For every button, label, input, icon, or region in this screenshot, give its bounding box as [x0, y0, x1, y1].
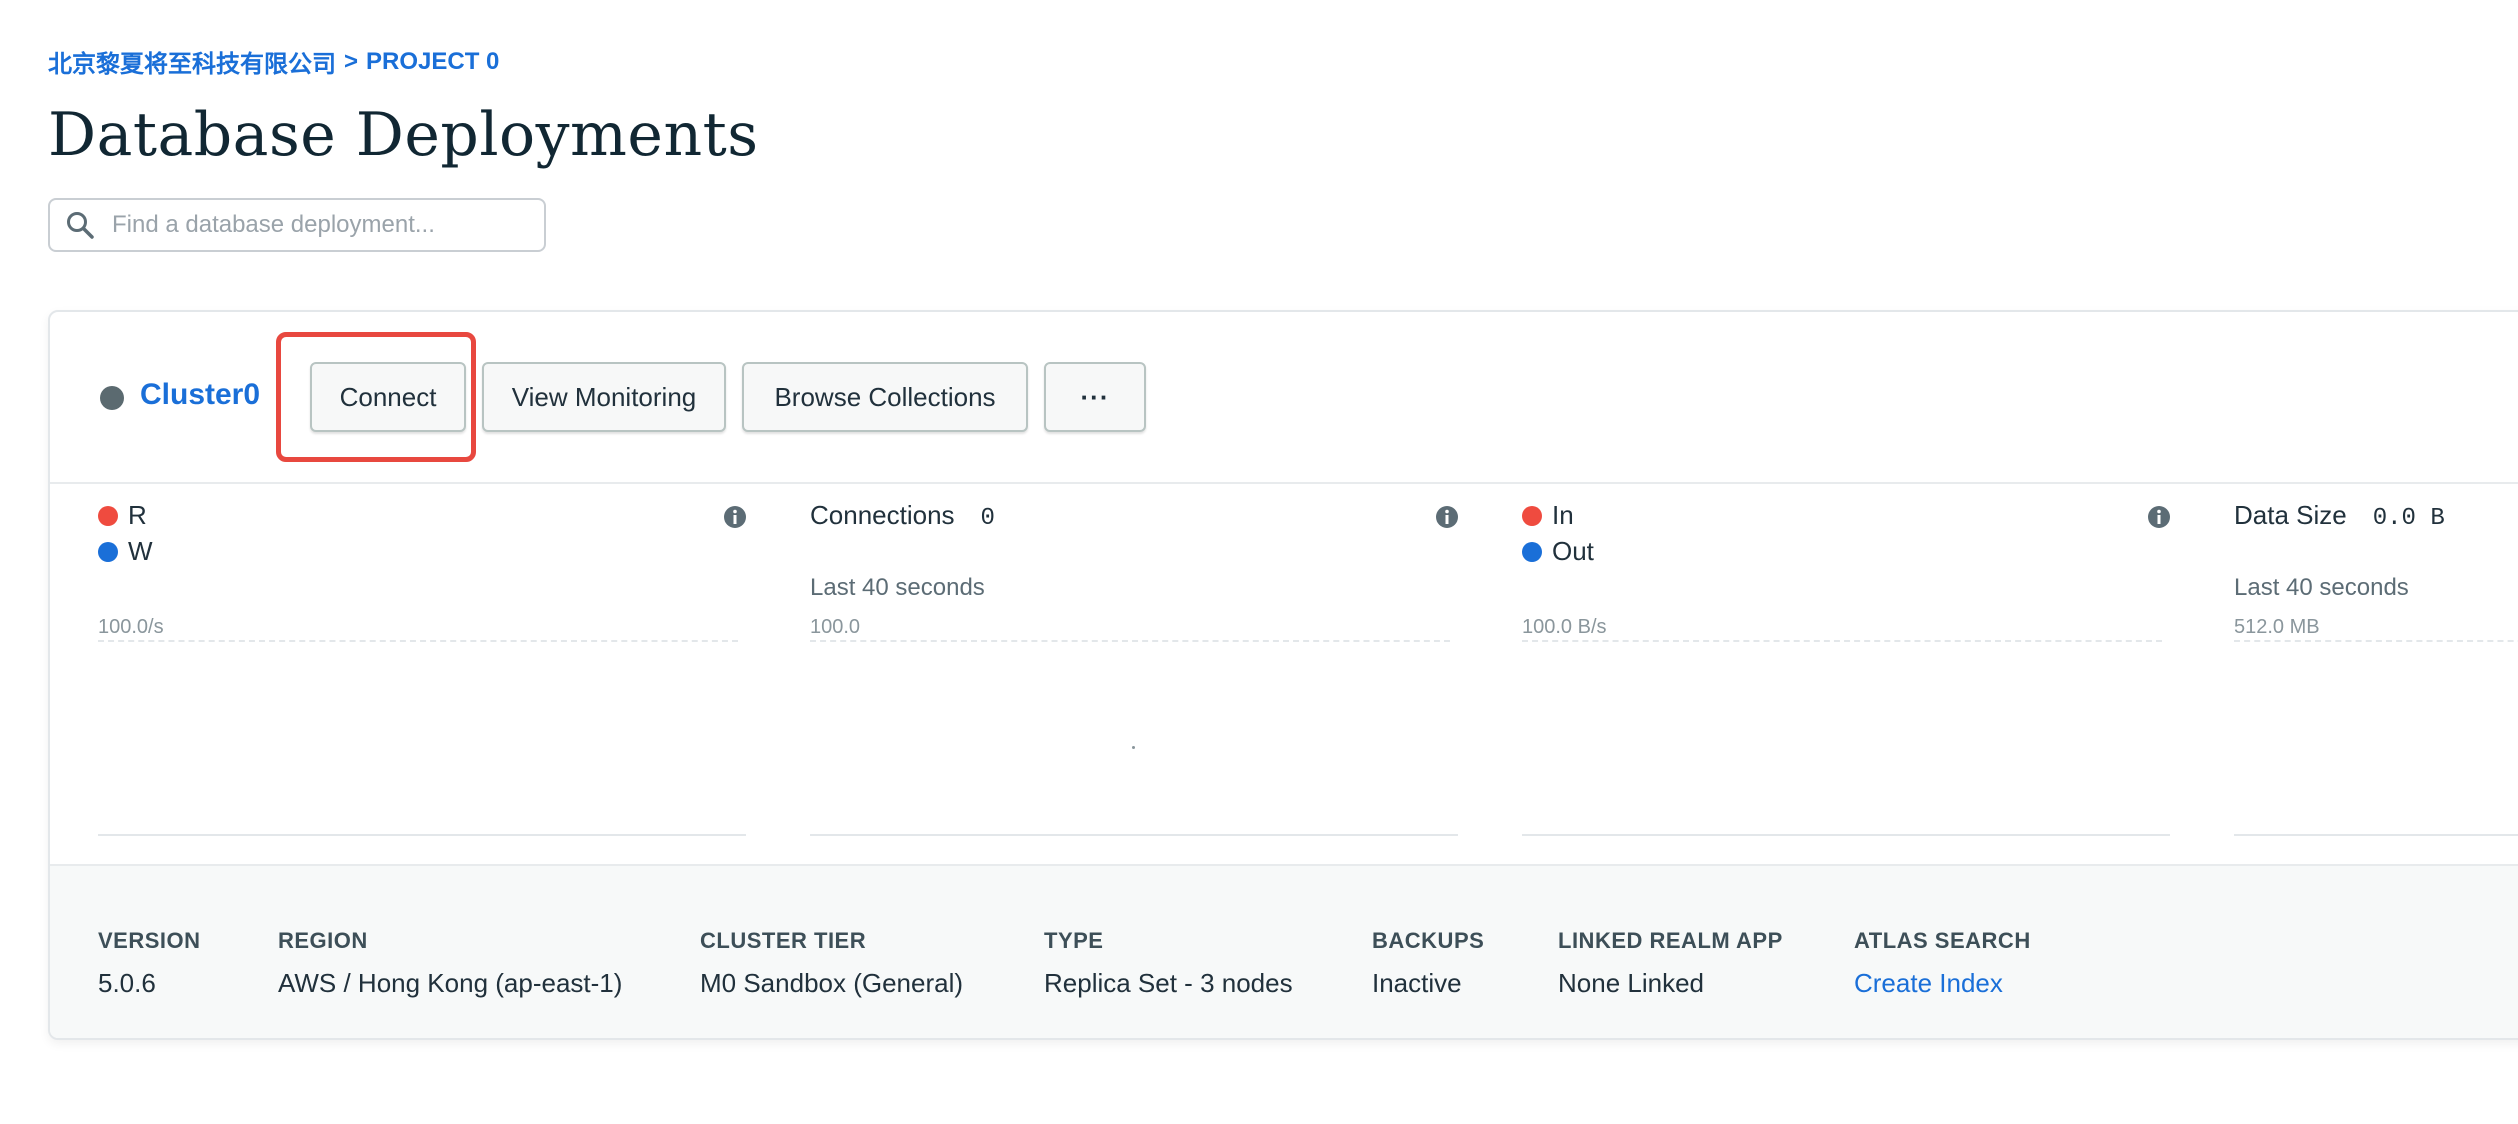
detail-label: REGION [278, 928, 368, 953]
chart-baseline [2234, 834, 2518, 836]
chart-max-gridline [98, 640, 738, 642]
legend-write: W [98, 536, 153, 567]
chart-max-gridline [810, 640, 1450, 642]
cluster-details: VERSION 5.0.6 REGION AWS / Hong Kong (ap… [50, 864, 2518, 1038]
detail-linked-realm-app: LINKED REALM APP None Linked [1558, 928, 1783, 999]
search-box[interactable] [48, 198, 546, 252]
write-dot-icon [98, 541, 118, 562]
breadcrumb-separator: > [344, 47, 359, 75]
cluster-status-indicator [100, 386, 124, 410]
detail-label: CLUSTER TIER [700, 928, 867, 953]
view-monitoring-button[interactable]: View Monitoring [482, 362, 726, 432]
metric-connections: Connections 0 Last 40 seconds 100.0 [810, 484, 1460, 864]
search-input[interactable] [110, 210, 544, 240]
detail-value: Replica Set - 3 nodes [1044, 968, 1293, 998]
data-size-title: Data Size 0.0 B [2234, 500, 2445, 532]
search-icon [50, 198, 110, 252]
axis-max-label: 100.0/s [98, 616, 164, 638]
detail-label: TYPE [1044, 928, 1104, 953]
detail-label: BACKUPS [1372, 928, 1485, 953]
page-title: Database Deployments [48, 100, 759, 170]
cluster-card-header: Cluster0 Connect View Monitoring Browse … [50, 312, 2518, 482]
detail-value: AWS / Hong Kong (ap-east-1) [278, 968, 623, 998]
legend-read: R [98, 500, 147, 531]
detail-value: Inactive [1372, 968, 1462, 998]
axis-max-label: 100.0 [810, 616, 861, 638]
chart-max-gridline [2234, 640, 2518, 642]
breadcrumb: 北京黎夏将至科技有限公司 > PROJECT 0 [48, 44, 499, 79]
create-index-link[interactable]: Create Index [1854, 968, 2031, 999]
legend-in-label: In [1552, 500, 1574, 530]
browse-collections-button[interactable]: Browse Collections [742, 362, 1028, 432]
info-icon[interactable] [1434, 504, 1460, 530]
info-icon[interactable] [722, 504, 748, 530]
chart-baseline [1522, 834, 2170, 836]
metric-operations: R W 100.0/s [98, 484, 748, 864]
legend-out: Out [1522, 536, 1594, 567]
legend-in: In [1522, 500, 1574, 531]
chart-baseline [98, 834, 746, 836]
detail-label: LINKED REALM APP [1558, 928, 1783, 953]
connections-value: 0 [980, 505, 995, 532]
breadcrumb-org-link[interactable]: 北京黎夏将至科技有限公司 [48, 44, 336, 79]
connections-title: Connections 0 [810, 500, 995, 532]
detail-backups: BACKUPS Inactive [1372, 928, 1484, 999]
cluster-name-link[interactable]: Cluster0 [140, 378, 260, 412]
data-size-subtitle: Last 40 seconds [2234, 574, 2409, 601]
connect-button[interactable]: Connect [310, 362, 466, 432]
axis-max-label: 512.0 MB [2234, 616, 2320, 638]
read-dot-icon [98, 505, 118, 526]
data-size-value: 0.0 B [2372, 505, 2445, 532]
axis-max-label: 100.0 B/s [1522, 616, 1607, 638]
metric-data-size: Data Size 0.0 B Last 40 seconds 512.0 MB [2234, 484, 2518, 864]
detail-label: VERSION [98, 928, 201, 953]
metric-network: In Out 100.0 B/s [1522, 484, 2172, 864]
chart-baseline [810, 834, 1458, 836]
out-dot-icon [1522, 541, 1542, 562]
detail-label: ATLAS SEARCH [1854, 928, 2031, 953]
chart-data-point [1132, 746, 1135, 749]
detail-value: 5.0.6 [98, 968, 156, 998]
detail-value: None Linked [1558, 968, 1704, 998]
detail-type: TYPE Replica Set - 3 nodes [1044, 928, 1293, 999]
detail-version: VERSION 5.0.6 [98, 928, 201, 999]
detail-cluster-tier: CLUSTER TIER M0 Sandbox (General) [700, 928, 963, 999]
info-icon[interactable] [2146, 504, 2172, 530]
detail-value: M0 Sandbox (General) [700, 968, 964, 998]
connections-subtitle: Last 40 seconds [810, 574, 985, 601]
chart-max-gridline [1522, 640, 2162, 642]
legend-out-label: Out [1552, 536, 1594, 566]
legend-read-label: R [128, 500, 147, 530]
more-options-button[interactable]: ··· [1044, 362, 1146, 432]
in-dot-icon [1522, 505, 1542, 526]
cluster-card: Cluster0 Connect View Monitoring Browse … [48, 310, 2518, 1040]
breadcrumb-project-link[interactable]: PROJECT 0 [366, 48, 499, 76]
detail-region: REGION AWS / Hong Kong (ap-east-1) [278, 928, 622, 999]
detail-atlas-search: ATLAS SEARCH Create Index [1854, 928, 2031, 999]
legend-write-label: W [128, 536, 153, 566]
